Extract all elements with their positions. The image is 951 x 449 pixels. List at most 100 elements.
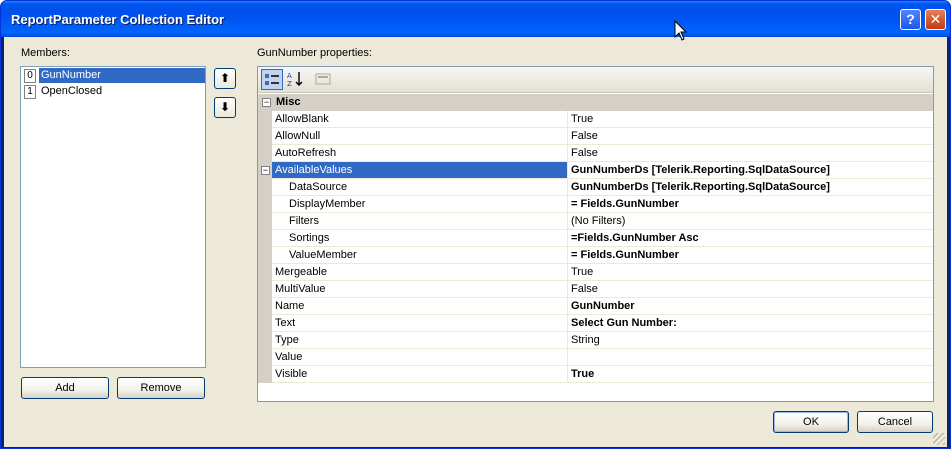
svg-text:Z: Z — [287, 80, 292, 87]
alphabetical-icon: A Z — [287, 72, 303, 88]
property-row[interactable]: AutoRefresh False — [258, 145, 933, 162]
property-value[interactable]: GunNumberDs [Telerik.Reporting.SqlDataSo… — [568, 162, 933, 179]
property-row[interactable]: MultiValue False — [258, 281, 933, 298]
help-button[interactable]: ? — [900, 9, 921, 30]
title-bar[interactable]: ReportParameter Collection Editor ? ✕ — [1, 1, 950, 37]
property-row[interactable]: AllowNull False — [258, 128, 933, 145]
property-name: Filters — [272, 213, 568, 230]
row-gutter — [258, 230, 272, 247]
property-row-selected[interactable]: − AvailableValues GunNumberDs [Telerik.R… — [258, 162, 933, 179]
property-name: AllowNull — [272, 128, 568, 145]
category-row[interactable]: − Misc — [258, 94, 933, 111]
property-value[interactable]: GunNumberDs [Telerik.Reporting.SqlDataSo… — [568, 179, 933, 196]
property-name: MultiValue — [272, 281, 568, 298]
property-name: Visible — [272, 366, 568, 383]
collapse-icon[interactable]: − — [261, 166, 270, 175]
row-gutter — [258, 196, 272, 213]
collection-editor-window: ReportParameter Collection Editor ? ✕ Me… — [0, 0, 951, 449]
row-gutter — [258, 247, 272, 264]
mouse-cursor-icon — [674, 20, 688, 41]
member-index: 0 — [24, 69, 36, 83]
property-value[interactable]: False — [568, 145, 933, 162]
member-name: OpenClosed — [41, 85, 103, 97]
property-name: Sortings — [272, 230, 568, 247]
row-gutter — [258, 145, 272, 162]
row-gutter — [258, 281, 272, 298]
property-name: Text — [272, 315, 568, 332]
property-name: ValueMember — [272, 247, 568, 264]
property-row[interactable]: Text Select Gun Number: — [258, 315, 933, 332]
categorized-button[interactable] — [261, 69, 283, 90]
move-down-button[interactable]: ⬇ — [214, 97, 236, 118]
property-name: AllowBlank — [272, 111, 568, 128]
property-value[interactable]: = Fields.GunNumber — [568, 196, 933, 213]
property-value[interactable]: (No Filters) — [568, 213, 933, 230]
members-list[interactable]: 0 GunNumber 1 OpenClosed — [20, 66, 206, 368]
property-row[interactable]: Name GunNumber — [258, 298, 933, 315]
close-button[interactable]: ✕ — [925, 9, 946, 30]
property-row[interactable]: Value — [258, 349, 933, 366]
property-name: Type — [272, 332, 568, 349]
svg-text:A: A — [287, 72, 292, 80]
property-name: DisplayMember — [272, 196, 568, 213]
ok-button[interactable]: OK — [773, 411, 849, 433]
property-name: DataSource — [272, 179, 568, 196]
move-up-button[interactable]: ⬆ — [214, 68, 236, 89]
property-grid-toolbar: A Z — [258, 67, 933, 93]
arrow-down-icon: ⬇ — [219, 100, 231, 114]
property-name: Mergeable — [272, 264, 568, 281]
member-item[interactable]: 0 GunNumber — [22, 68, 205, 83]
property-row[interactable]: Type String — [258, 332, 933, 349]
window-title: ReportParameter Collection Editor — [11, 12, 225, 27]
add-button[interactable]: Add — [21, 377, 109, 399]
property-name: AvailableValues — [272, 162, 568, 179]
property-row[interactable]: DataSource GunNumberDs [Telerik.Reportin… — [258, 179, 933, 196]
property-value[interactable]: String — [568, 332, 933, 349]
property-name: Name — [272, 298, 568, 315]
property-pages-button[interactable] — [312, 69, 334, 90]
property-value[interactable]: True — [568, 111, 933, 128]
property-value[interactable]: GunNumber — [568, 298, 933, 315]
property-value[interactable]: Select Gun Number: — [568, 315, 933, 332]
member-index: 1 — [24, 85, 36, 99]
row-gutter — [258, 128, 272, 145]
property-pages-icon — [315, 73, 331, 85]
category-label: Misc — [276, 96, 301, 108]
property-row[interactable]: Mergeable True — [258, 264, 933, 281]
members-label: Members: — [21, 47, 70, 59]
categorized-icon — [265, 74, 279, 85]
property-value[interactable] — [568, 349, 933, 366]
property-row[interactable]: DisplayMember = Fields.GunNumber — [258, 196, 933, 213]
member-item[interactable]: 1 OpenClosed — [22, 84, 205, 99]
property-grid: A Z − Misc AllowBlank True AllowNull Fal… — [257, 66, 934, 402]
row-gutter — [258, 213, 272, 230]
property-row[interactable]: Sortings =Fields.GunNumber Asc — [258, 230, 933, 247]
property-row[interactable]: Visible True — [258, 366, 933, 383]
property-name: AutoRefresh — [272, 145, 568, 162]
dialog-client-area: Members: 0 GunNumber 1 OpenClosed ⬆ ⬇ Ad… — [4, 37, 947, 447]
remove-button[interactable]: Remove — [117, 377, 205, 399]
row-gutter: − — [258, 162, 272, 179]
row-gutter — [258, 179, 272, 196]
property-value[interactable]: True — [568, 264, 933, 281]
property-value[interactable]: False — [568, 128, 933, 145]
property-value[interactable]: True — [568, 366, 933, 383]
property-value[interactable]: = Fields.GunNumber — [568, 247, 933, 264]
resize-grip[interactable] — [933, 433, 945, 445]
property-row[interactable]: ValueMember = Fields.GunNumber — [258, 247, 933, 264]
property-value[interactable]: False — [568, 281, 933, 298]
properties-label: GunNumber properties: — [257, 47, 372, 59]
member-name: GunNumber — [39, 68, 205, 83]
property-value[interactable]: =Fields.GunNumber Asc — [568, 230, 933, 247]
row-gutter — [258, 349, 272, 366]
row-gutter — [258, 332, 272, 349]
row-gutter — [258, 298, 272, 315]
arrow-up-icon: ⬆ — [219, 71, 231, 85]
property-row[interactable]: Filters (No Filters) — [258, 213, 933, 230]
property-row[interactable]: AllowBlank True — [258, 111, 933, 128]
property-name: Value — [272, 349, 568, 366]
row-gutter — [258, 111, 272, 128]
alphabetical-button[interactable]: A Z — [284, 69, 306, 90]
cancel-button[interactable]: Cancel — [857, 411, 933, 433]
collapse-icon[interactable]: − — [262, 98, 271, 107]
